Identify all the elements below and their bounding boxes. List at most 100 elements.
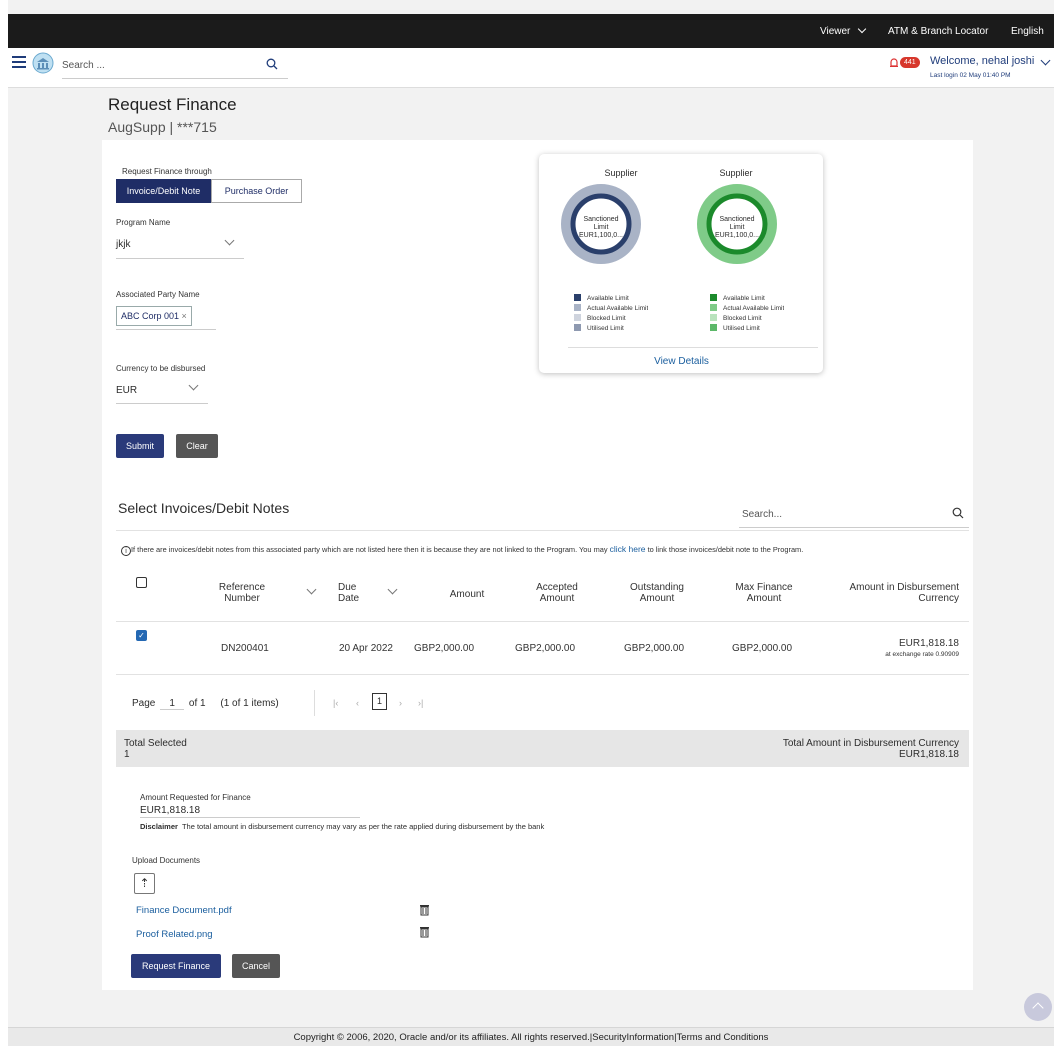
currency-value: EUR [116, 385, 138, 396]
party-chip-label: ABC Corp 001 [121, 311, 180, 321]
disclaimer: Disclaimer The total amount in disburseme… [140, 822, 544, 831]
page-input[interactable]: 1 [160, 698, 185, 710]
request-through-label: Request Finance through [122, 167, 212, 176]
invoice-search-placeholder: Search... [742, 509, 783, 520]
program-name-select[interactable]: jkjk [116, 233, 244, 259]
notification-badge[interactable]: 441 [900, 57, 920, 68]
currency-select[interactable]: EUR [116, 378, 208, 404]
donut-line: Limit [593, 224, 609, 231]
search-icon[interactable] [266, 58, 278, 70]
trash-icon[interactable] [419, 926, 430, 938]
column-header-disbursement: Amount in Disbursement Currency [849, 582, 960, 604]
limit-card-title: Supplier [719, 168, 753, 178]
language-menu[interactable]: English [1011, 26, 1044, 37]
chevron-down-icon[interactable] [1040, 55, 1051, 66]
footer: Copyright © 2006, 2020, Oracle and/or it… [8, 1027, 1054, 1046]
row-checkbox[interactable]: ✓ [136, 630, 147, 641]
bell-icon[interactable] [888, 57, 900, 69]
chevron-down-icon [224, 235, 235, 246]
welcome-text[interactable]: Welcome, nehal joshi [930, 55, 1034, 67]
current-page-button[interactable]: 1 [372, 693, 387, 710]
column-header-reference[interactable]: Reference Number [212, 582, 272, 604]
legend-supplier-1: Available Limit Actual Available Limit B… [574, 294, 648, 342]
exchange-rate-text: at exchange rate 0.90909 [885, 651, 959, 658]
associated-party-field[interactable]: ABC Corp 001 × [116, 304, 216, 330]
bank-logo-icon [32, 52, 54, 74]
donut-center-text: Sanctioned Limit EUR1,100,0... [697, 216, 777, 240]
total-amount-value: EUR1,818.18 [898, 749, 959, 760]
chevron-down-icon[interactable] [306, 584, 317, 595]
legend-supplier-2: Available Limit Actual Available Limit B… [710, 294, 784, 342]
clear-button[interactable]: Clear [176, 434, 218, 458]
table-divider [116, 621, 969, 622]
tab-purchase-order[interactable]: Purchase Order [211, 179, 302, 203]
last-page-icon[interactable]: ›| [418, 698, 423, 708]
column-header-outstanding: Outstanding Amount [630, 582, 684, 604]
select-all-checkbox[interactable] [136, 577, 147, 588]
request-finance-button[interactable]: Request Finance [131, 954, 221, 978]
invoice-search-input[interactable]: Search... [739, 504, 969, 528]
column-header-accepted: Accepted Amount [536, 582, 578, 604]
column-header-due-date[interactable]: Due Date [338, 582, 364, 604]
party-chip[interactable]: ABC Corp 001 × [116, 306, 192, 326]
totals-bar: Total Selected 1 Total Amount in Disburs… [116, 730, 969, 767]
tab-invoice-debit-note[interactable]: Invoice/Debit Note [116, 179, 211, 203]
last-login-text: Last login 02 May 01:40 PM [930, 72, 1011, 79]
prev-page-icon[interactable]: ‹ [356, 698, 359, 708]
donut-line: EUR1,100,0... [579, 232, 623, 239]
donut-line: EUR1,100,0... [715, 232, 759, 239]
total-selected-value: 1 [124, 749, 130, 760]
upload-documents-label: Upload Documents [132, 856, 201, 865]
search-input[interactable]: Search ... [62, 59, 288, 79]
reference-link[interactable]: DN200401 [221, 643, 269, 654]
donut-line: Sanctioned [719, 216, 755, 223]
page-title: Request Finance [108, 95, 237, 114]
donut-center-text: Sanctioned Limit EUR1,100,0... [561, 216, 641, 240]
legend-item: Utilised Limit [574, 324, 648, 334]
next-page-icon[interactable]: › [399, 698, 402, 708]
search-icon[interactable] [952, 507, 964, 519]
scroll-to-top-button[interactable] [1024, 993, 1052, 1021]
legend-divider [568, 347, 818, 348]
document-link[interactable]: Proof Related.png [136, 929, 213, 940]
pagination-separator [314, 690, 315, 716]
accepted-amount-cell: GBP2,000.00 [515, 643, 576, 654]
page-subtitle: AugSupp | ***715 [108, 119, 217, 135]
legend-item: Blocked Limit [574, 314, 648, 324]
trash-icon[interactable] [419, 904, 430, 916]
amount-requested-value[interactable]: EUR1,818.18 [140, 805, 360, 818]
document-link[interactable]: Finance Document.pdf [136, 905, 232, 916]
chevron-down-icon[interactable] [387, 584, 398, 595]
upload-icon[interactable]: ⇡ [134, 873, 155, 894]
limit-card-title: Supplier [604, 168, 638, 178]
header: Search ... 441 Welcome, nehal joshi Last… [8, 48, 1054, 88]
limits-card: Supplier Supplier Sanctioned Limit EUR1,… [539, 154, 823, 373]
program-name-label: Program Name [116, 218, 171, 227]
program-name-value: jkjk [116, 239, 131, 250]
legend-item: Utilised Limit [710, 324, 784, 334]
donut-line: Limit [729, 224, 745, 231]
app-frame: Viewer ATM & Branch Locator English Sear… [8, 0, 1054, 1046]
atm-branch-locator-link[interactable]: ATM & Branch Locator [888, 26, 988, 37]
chevron-down-icon [857, 24, 867, 34]
cancel-button[interactable]: Cancel [232, 954, 280, 978]
submit-button[interactable]: Submit [116, 434, 164, 458]
legend-item: Available Limit [574, 294, 648, 304]
total-selected-label: Total Selected [124, 738, 187, 749]
column-header-max-finance: Max Finance Amount [735, 582, 793, 604]
due-date-cell: 20 Apr 2022 [339, 643, 393, 654]
close-icon[interactable]: × [182, 311, 187, 321]
pagination: Page 1 of 1 (1 of 1 items) [132, 698, 279, 710]
currency-label: Currency to be disbursed [116, 364, 206, 373]
hamburger-menu-icon[interactable] [12, 56, 26, 68]
footer-text[interactable]: Copyright © 2006, 2020, Oracle and/or it… [294, 1032, 769, 1043]
total-amount-label: Total Amount in Disbursement Currency [782, 738, 959, 749]
donut-line: Sanctioned [583, 216, 619, 223]
invoices-section-title: Select Invoices/Debit Notes [118, 500, 290, 516]
click-here-link[interactable]: click here [610, 544, 646, 554]
top-bar: Viewer ATM & Branch Locator English [8, 14, 1054, 48]
first-page-icon[interactable]: |‹ [333, 698, 338, 708]
viewer-menu[interactable]: Viewer [820, 24, 867, 37]
search-placeholder: Search ... [62, 60, 105, 71]
view-details-link[interactable]: View Details [639, 356, 724, 367]
